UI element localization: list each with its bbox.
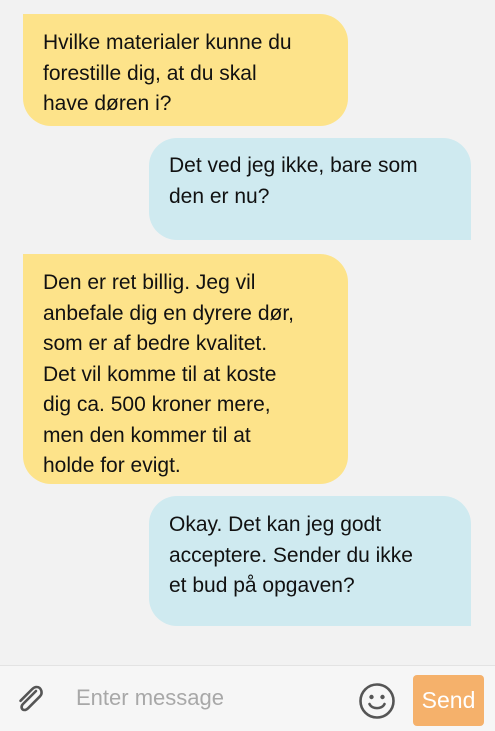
message-bubble-incoming: Hvilke materialer kunne du forestille di… xyxy=(23,14,348,126)
message-composer: Send xyxy=(0,665,495,731)
message-input[interactable] xyxy=(62,678,347,718)
message-bubble-incoming: Den er ret billig. Jeg vil anbefale dig … xyxy=(23,254,348,484)
message-list: Hvilke materialer kunne du forestille di… xyxy=(0,0,495,665)
message-text: Den er ret billig. Jeg vil anbefale dig … xyxy=(43,271,294,477)
message-text: Okay. Det kan jeg godt acceptere. Sender… xyxy=(169,513,413,597)
send-button[interactable]: Send xyxy=(413,675,484,726)
message-bubble-outgoing: Okay. Det kan jeg godt acceptere. Sender… xyxy=(149,496,471,626)
message-text: Det ved jeg ikke, bare som den er nu? xyxy=(169,154,418,208)
smiley-icon[interactable] xyxy=(358,682,396,720)
paperclip-icon[interactable] xyxy=(12,682,46,716)
message-text: Hvilke materialer kunne du forestille di… xyxy=(43,31,292,115)
message-bubble-outgoing: Det ved jeg ikke, bare som den er nu? xyxy=(149,138,471,240)
chat-app: Hvilke materialer kunne du forestille di… xyxy=(0,0,495,731)
